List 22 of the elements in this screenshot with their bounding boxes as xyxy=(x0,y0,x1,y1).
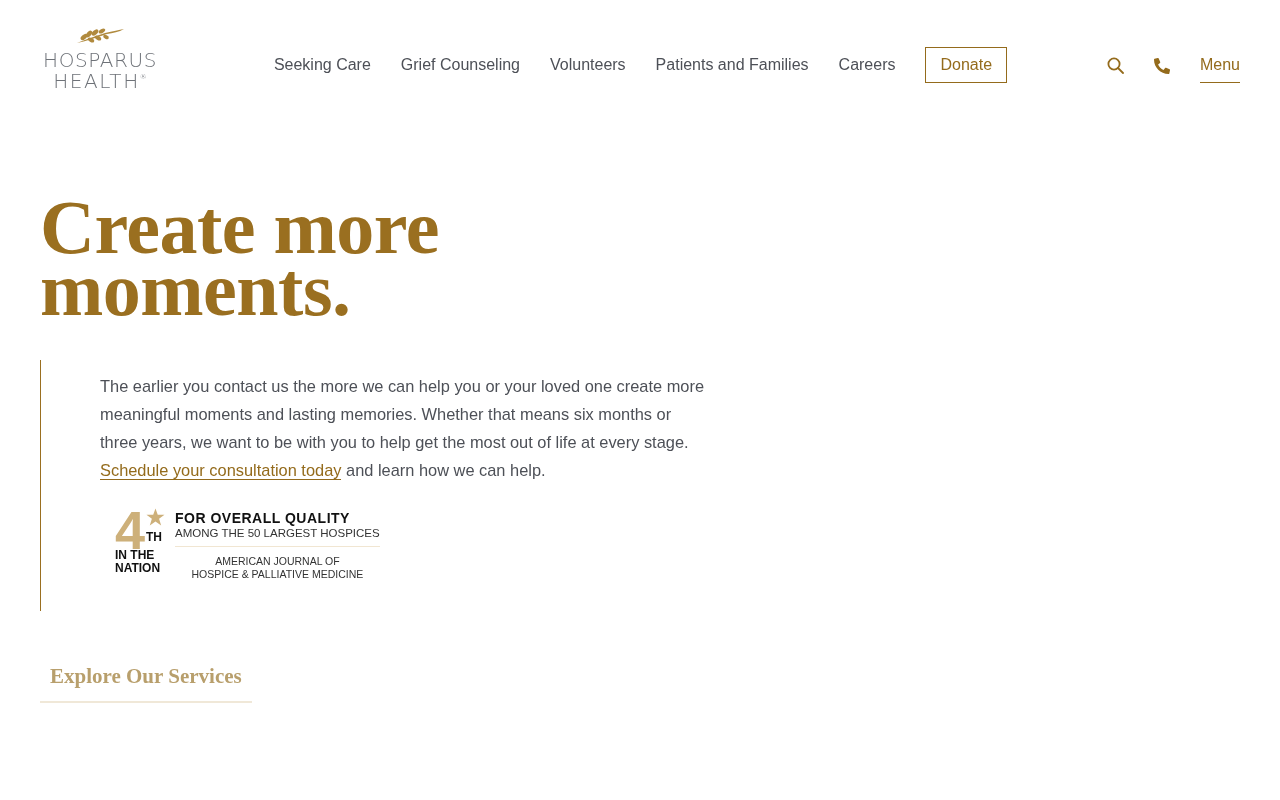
nav-link[interactable]: Patients and Families xyxy=(655,53,809,77)
award-caption: IN THE NATION xyxy=(115,549,162,575)
award-subline: AMONG THE 50 LARGEST HOSPICES xyxy=(175,526,380,547)
menu-link[interactable]: Menu xyxy=(1199,48,1240,83)
star-icon xyxy=(146,508,165,527)
award-source: AMERICAN JOURNAL OF xyxy=(215,555,340,568)
consultation-link[interactable]: Schedule your consultation today xyxy=(100,461,342,480)
sprig-logo-icon xyxy=(75,28,125,44)
nav-link[interactable]: Careers xyxy=(838,53,896,77)
award-headline: FOR OVERALL QUALITY xyxy=(175,511,350,526)
logo-text: HOSPARUS xyxy=(43,50,157,71)
nav-link[interactable]: Grief Counseling xyxy=(400,53,520,77)
search-icon[interactable] xyxy=(1106,57,1124,74)
nav-link[interactable]: Seeking Care xyxy=(273,53,371,77)
intro-paragraph: The earlier you contact us the more we can help you or your loved one create more meaningful moments and lasting memories. Whether that means six months or three years, we want to be with you to help get the most out of life at every stage. Schedule your consultation today and learn how we can help. xyxy=(100,376,706,482)
donate-button[interactable]: Donate xyxy=(925,47,1008,83)
award-source: HOSPICE & PALLIATIVE MEDICINE xyxy=(191,568,364,581)
award-rank-suffix: TH xyxy=(146,531,163,543)
nav-link[interactable]: Volunteers xyxy=(550,53,626,77)
logo-text: HEALTH$^{®}$ xyxy=(53,71,147,92)
hero-heading: Create more moments. xyxy=(40,196,440,320)
phone-icon[interactable] xyxy=(1153,57,1170,74)
